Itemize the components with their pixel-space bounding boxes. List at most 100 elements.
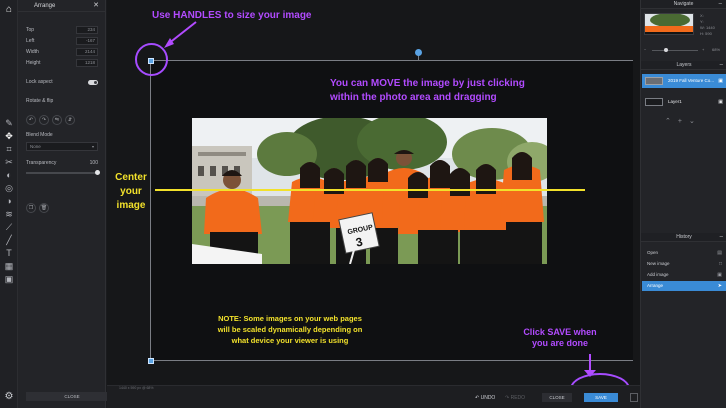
navigate-zoom-row: − + 68%: [644, 47, 724, 54]
rotate-left-icon[interactable]: ↶: [26, 115, 36, 125]
layers-collapse-icon[interactable]: –: [720, 61, 723, 70]
pointer-icon: ➤: [717, 283, 722, 289]
rotate-right-icon[interactable]: ↷: [39, 115, 49, 125]
undo-button[interactable]: ↶ UNDO: [475, 395, 495, 401]
home-icon[interactable]: ⌂: [3, 4, 15, 16]
right-panels: Navigate – X: Y: W: 1440 H: 590 − + 68%: [640, 0, 726, 408]
lock-aspect-row: Lock aspect: [26, 78, 98, 87]
gear-icon[interactable]: ⚙: [3, 391, 15, 403]
layer-actions: ⌃+⌄: [665, 117, 705, 125]
nav-y-label: Y:: [700, 19, 704, 24]
history-collapse-icon[interactable]: –: [720, 233, 723, 242]
zoom-in-icon[interactable]: +: [702, 47, 704, 52]
text-icon[interactable]: T: [3, 248, 15, 259]
layers-header: Layers –: [641, 61, 726, 70]
close-icon[interactable]: ✕: [93, 0, 99, 12]
width-field-row: Width 2144: [26, 48, 98, 57]
top-field-row: Top 234: [26, 26, 98, 35]
crop-edit-icon[interactable]: ✎: [3, 118, 15, 129]
top-label: Top: [26, 27, 35, 33]
layer-item[interactable]: Layer1 ▣: [642, 95, 726, 109]
save-button[interactable]: SAVE: [584, 393, 618, 402]
zoom-slider[interactable]: [652, 50, 698, 51]
nav-w-value: 1440: [705, 25, 715, 30]
transparency-slider-knob[interactable]: [95, 170, 100, 175]
filter-icon[interactable]: ◎: [3, 183, 15, 194]
history-item[interactable]: Add image ▣: [642, 270, 726, 280]
transparency-slider[interactable]: [26, 170, 100, 175]
brush-icon[interactable]: ╱: [3, 235, 15, 246]
effect-icon[interactable]: ◑: [3, 196, 15, 207]
navigate-meta: X: Y: W: 1440 H: 590: [700, 13, 715, 37]
zoom-slider-knob[interactable]: [664, 48, 668, 52]
pattern-icon[interactable]: ▦: [3, 261, 15, 272]
navigate-thumbnail[interactable]: [644, 13, 694, 35]
history-header: History –: [641, 233, 726, 242]
move-icon[interactable]: ✥: [3, 131, 15, 142]
chevron-down-icon[interactable]: ⌄: [689, 118, 702, 125]
blend-mode-select[interactable]: None ▾: [26, 142, 98, 151]
liquify-icon[interactable]: ≋: [3, 209, 15, 220]
image-icon[interactable]: ▣: [3, 274, 15, 285]
tool-rail: ⌂ ✎ ✥ ⌗ ✂ ◐ ◎ ◑ ≋ ⟋ ╱ T ▦ ▣ ⚙: [0, 0, 18, 408]
history-item[interactable]: Open ▤: [642, 248, 726, 258]
nav-h-value: 590: [705, 31, 712, 36]
left-input[interactable]: -167: [76, 37, 98, 45]
adjust-icon[interactable]: ◐: [3, 170, 15, 181]
crop-icon[interactable]: ⌗: [3, 144, 15, 155]
duplicate-icon[interactable]: ❐: [26, 203, 36, 213]
handle-arrow-icon: [164, 21, 197, 48]
navigate-title: Navigate: [673, 1, 694, 7]
move-annotation-line2: within the photo area and dragging: [330, 92, 497, 103]
rotate-handle[interactable]: [415, 49, 422, 56]
new-image-icon: □: [718, 261, 722, 267]
layers-title: Layers: [676, 62, 692, 68]
navigate-header: Navigate –: [641, 0, 726, 9]
history-label: Arrange: [647, 283, 664, 288]
flip-vertical-icon[interactable]: ⇵: [65, 115, 75, 125]
wand-icon[interactable]: ⟋: [3, 222, 15, 233]
transparency-value: 100: [89, 160, 98, 166]
collapse-icon[interactable]: –: [719, 0, 722, 9]
rotate-flip-label: Rotate & flip: [26, 98, 54, 104]
history-item[interactable]: Arrange ➤: [642, 281, 726, 291]
layer-label: 2019 Fall Venture Co...: [668, 78, 715, 83]
resize-handle-bottom-left[interactable]: [148, 358, 154, 364]
redo-label: REDO: [510, 395, 526, 401]
zoom-value: 68%: [712, 47, 721, 52]
arrange-close-button[interactable]: CLOSE: [26, 392, 118, 401]
bottom-status-bar: 1440 x 590 px @ 68% ↶ UNDO ↷ REDO CLOSE …: [107, 385, 640, 408]
expand-icon[interactable]: [630, 393, 638, 402]
lock-aspect-label: Lock aspect: [26, 79, 53, 85]
top-input[interactable]: 234: [76, 26, 98, 34]
close-button[interactable]: CLOSE: [542, 393, 572, 402]
chevron-down-icon: ▾: [91, 144, 94, 149]
add-layer-icon[interactable]: +: [678, 118, 689, 125]
width-input[interactable]: 2144: [76, 48, 98, 56]
history-label: Add image: [647, 272, 669, 277]
center-annotation-line2: your: [120, 186, 142, 197]
history-panel: History –: [641, 233, 726, 242]
navigate-thumbnail-image: [645, 14, 693, 34]
flip-horizontal-icon[interactable]: ⇋: [52, 115, 62, 125]
blend-mode-value: None: [30, 144, 41, 149]
note-annotation: NOTE: Some images on your web pages will…: [190, 313, 390, 346]
nav-w-label: W:: [700, 25, 705, 30]
cut-icon[interactable]: ✂: [3, 157, 15, 168]
zoom-out-icon[interactable]: −: [644, 47, 646, 52]
group-photo[interactable]: GROUP 3: [192, 118, 547, 264]
arrange-title: Arrange: [34, 3, 56, 9]
center-annotation-line3: image: [116, 200, 146, 211]
center-guide-line: [155, 189, 585, 191]
history-item[interactable]: New image □: [642, 259, 726, 269]
chevron-up-icon[interactable]: ⌃: [665, 118, 678, 125]
layer-thumbnail: [645, 77, 663, 85]
height-input[interactable]: 1218: [76, 59, 98, 67]
layer-visibility-icon[interactable]: ▣: [718, 74, 723, 88]
lock-aspect-toggle[interactable]: [88, 80, 98, 85]
layer-visibility-icon[interactable]: ▣: [718, 95, 723, 109]
layer-item[interactable]: 2019 Fall Venture Co... ▣: [642, 74, 726, 88]
redo-button[interactable]: ↷ REDO: [505, 395, 525, 401]
trash-icon[interactable]: 🗑: [39, 203, 49, 213]
save-annotation-line2: you are done: [531, 338, 588, 348]
